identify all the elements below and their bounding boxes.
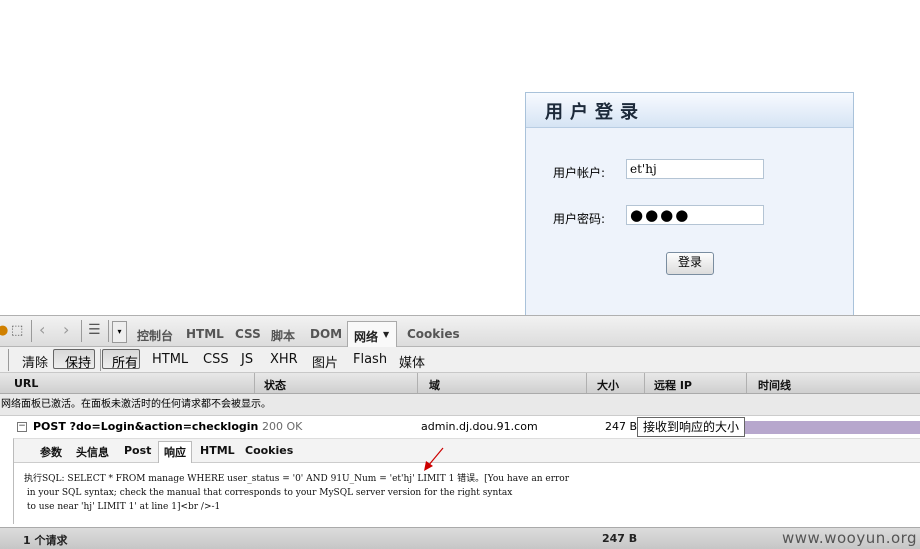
- request-url[interactable]: POST ?do=Login&action=checklogin: [33, 420, 258, 433]
- detail-tab-post[interactable]: Post: [124, 444, 151, 457]
- filter-css[interactable]: CSS: [203, 352, 229, 367]
- toolbar-divider: [108, 320, 109, 342]
- tab-cookies[interactable]: Cookies: [407, 327, 460, 341]
- detail-tab-cookies[interactable]: Cookies: [245, 444, 293, 457]
- status-bar: 1 个请求 247 B www.wooyun.org: [0, 527, 920, 549]
- tab-css[interactable]: CSS: [235, 327, 261, 341]
- net-toolbar: 清除 保持 所有 HTML CSS JS XHR 图片 Flash 媒体: [0, 347, 920, 373]
- tab-net[interactable]: 网络 ▼: [347, 321, 397, 347]
- filter-xhr[interactable]: XHR: [270, 352, 298, 367]
- filter-all-button[interactable]: 所有: [102, 349, 140, 371]
- detail-tab-headers[interactable]: 头信息: [76, 444, 109, 460]
- tab-script[interactable]: 脚本: [271, 327, 295, 344]
- total-size: 247 B: [602, 532, 638, 545]
- toolbar-divider: [8, 349, 9, 371]
- account-input[interactable]: et'hj: [626, 159, 764, 179]
- filter-all-label: 所有: [112, 356, 139, 371]
- filter-html[interactable]: HTML: [152, 352, 188, 367]
- filter-js[interactable]: JS: [241, 352, 253, 367]
- password-input[interactable]: ●●●●: [626, 205, 764, 225]
- persist-button[interactable]: 保持: [53, 349, 95, 371]
- col-timeline[interactable]: 时间线: [758, 377, 791, 393]
- col-domain[interactable]: 域: [429, 377, 440, 393]
- tab-dom[interactable]: DOM: [310, 327, 342, 341]
- size-tooltip: 接收到响应的大小: [637, 417, 746, 437]
- detail-tab-response[interactable]: 响应: [164, 444, 186, 460]
- tab-console[interactable]: 控制台: [137, 327, 173, 344]
- firebug-toolbar: ● ⬚ ‹ › ☰ ▾ 控制台 HTML CSS 脚本 DOM 网络 ▼ Coo…: [0, 315, 920, 347]
- request-count: 1 个请求: [23, 534, 68, 547]
- dropdown-icon[interactable]: ▾: [112, 321, 127, 343]
- filter-media[interactable]: 媒体: [399, 352, 425, 371]
- watermark: www.wooyun.org: [782, 529, 918, 547]
- request-status: 200 OK: [262, 420, 303, 433]
- detail-tabs: 参数 头信息 Post 响应 HTML Cookies: [14, 439, 920, 463]
- firebug-panel: ● ⬚ ‹ › ☰ ▾ 控制台 HTML CSS 脚本 DOM 网络 ▼ Coo…: [0, 315, 920, 549]
- net-notice: 网络面板已激活。在面板未激活时的任何请求都不会被显示。: [0, 394, 920, 416]
- account-label: 用户帐户:: [553, 166, 606, 180]
- response-line: to use near 'hj' LIMIT 1' at line 1]<br …: [24, 502, 221, 512]
- column-divider[interactable]: [417, 373, 418, 393]
- col-url[interactable]: URL: [14, 377, 38, 390]
- response-line: in your SQL syntax; check the manual tha…: [24, 488, 513, 498]
- column-divider[interactable]: [586, 373, 587, 393]
- chevron-down-icon: ▼: [383, 330, 390, 339]
- request-domain: admin.dj.dou.91.com: [421, 420, 538, 433]
- col-remote-ip[interactable]: 远程 IP: [654, 377, 692, 393]
- column-divider[interactable]: [746, 373, 747, 393]
- col-size[interactable]: 大小: [597, 377, 619, 393]
- collapse-icon[interactable]: −: [17, 422, 27, 432]
- toolbar-divider: [31, 320, 32, 342]
- login-button[interactable]: 登录: [666, 252, 714, 275]
- col-status[interactable]: 状态: [264, 377, 286, 393]
- login-box: 用户登录 用户帐户: et'hj 用户密码: ●●●● 登录: [525, 92, 854, 315]
- request-detail: 参数 头信息 Post 响应 HTML Cookies 执行SQL: SELEC…: [13, 438, 920, 524]
- request-size: 247 B: [605, 420, 638, 433]
- firebug-icon[interactable]: ●: [0, 323, 8, 338]
- menu-icon[interactable]: ☰: [88, 322, 101, 338]
- column-divider[interactable]: [254, 373, 255, 393]
- detail-tab-html[interactable]: HTML: [200, 444, 235, 457]
- back-icon[interactable]: ‹: [39, 320, 45, 339]
- inspect-icon[interactable]: ⬚: [11, 323, 23, 338]
- filter-flash[interactable]: Flash: [353, 352, 387, 367]
- forward-icon[interactable]: ›: [63, 320, 69, 339]
- tab-net-label: 网络: [354, 330, 379, 344]
- password-label: 用户密码:: [553, 212, 606, 226]
- detail-tab-params[interactable]: 参数: [40, 444, 62, 460]
- filter-images[interactable]: 图片: [312, 352, 338, 371]
- clear-button[interactable]: 清除: [22, 352, 48, 371]
- request-row[interactable]: − POST ?do=Login&action=checklogin 200 O…: [0, 416, 920, 438]
- tab-html[interactable]: HTML: [186, 327, 224, 341]
- persist-label: 保持: [65, 356, 92, 371]
- toolbar-divider: [81, 320, 82, 342]
- response-body: 执行SQL: SELECT * FROM manage WHERE user_s…: [24, 472, 569, 514]
- toolbar-divider: [100, 349, 101, 371]
- column-divider[interactable]: [644, 373, 645, 393]
- column-header: URL 状态 域 大小 远程 IP 时间线: [0, 373, 920, 394]
- response-line: 执行SQL: SELECT * FROM manage WHERE user_s…: [24, 474, 570, 484]
- login-header: 用户登录: [526, 93, 853, 128]
- timeline-bar[interactable]: [745, 421, 920, 434]
- login-title: 用户登录: [545, 102, 645, 123]
